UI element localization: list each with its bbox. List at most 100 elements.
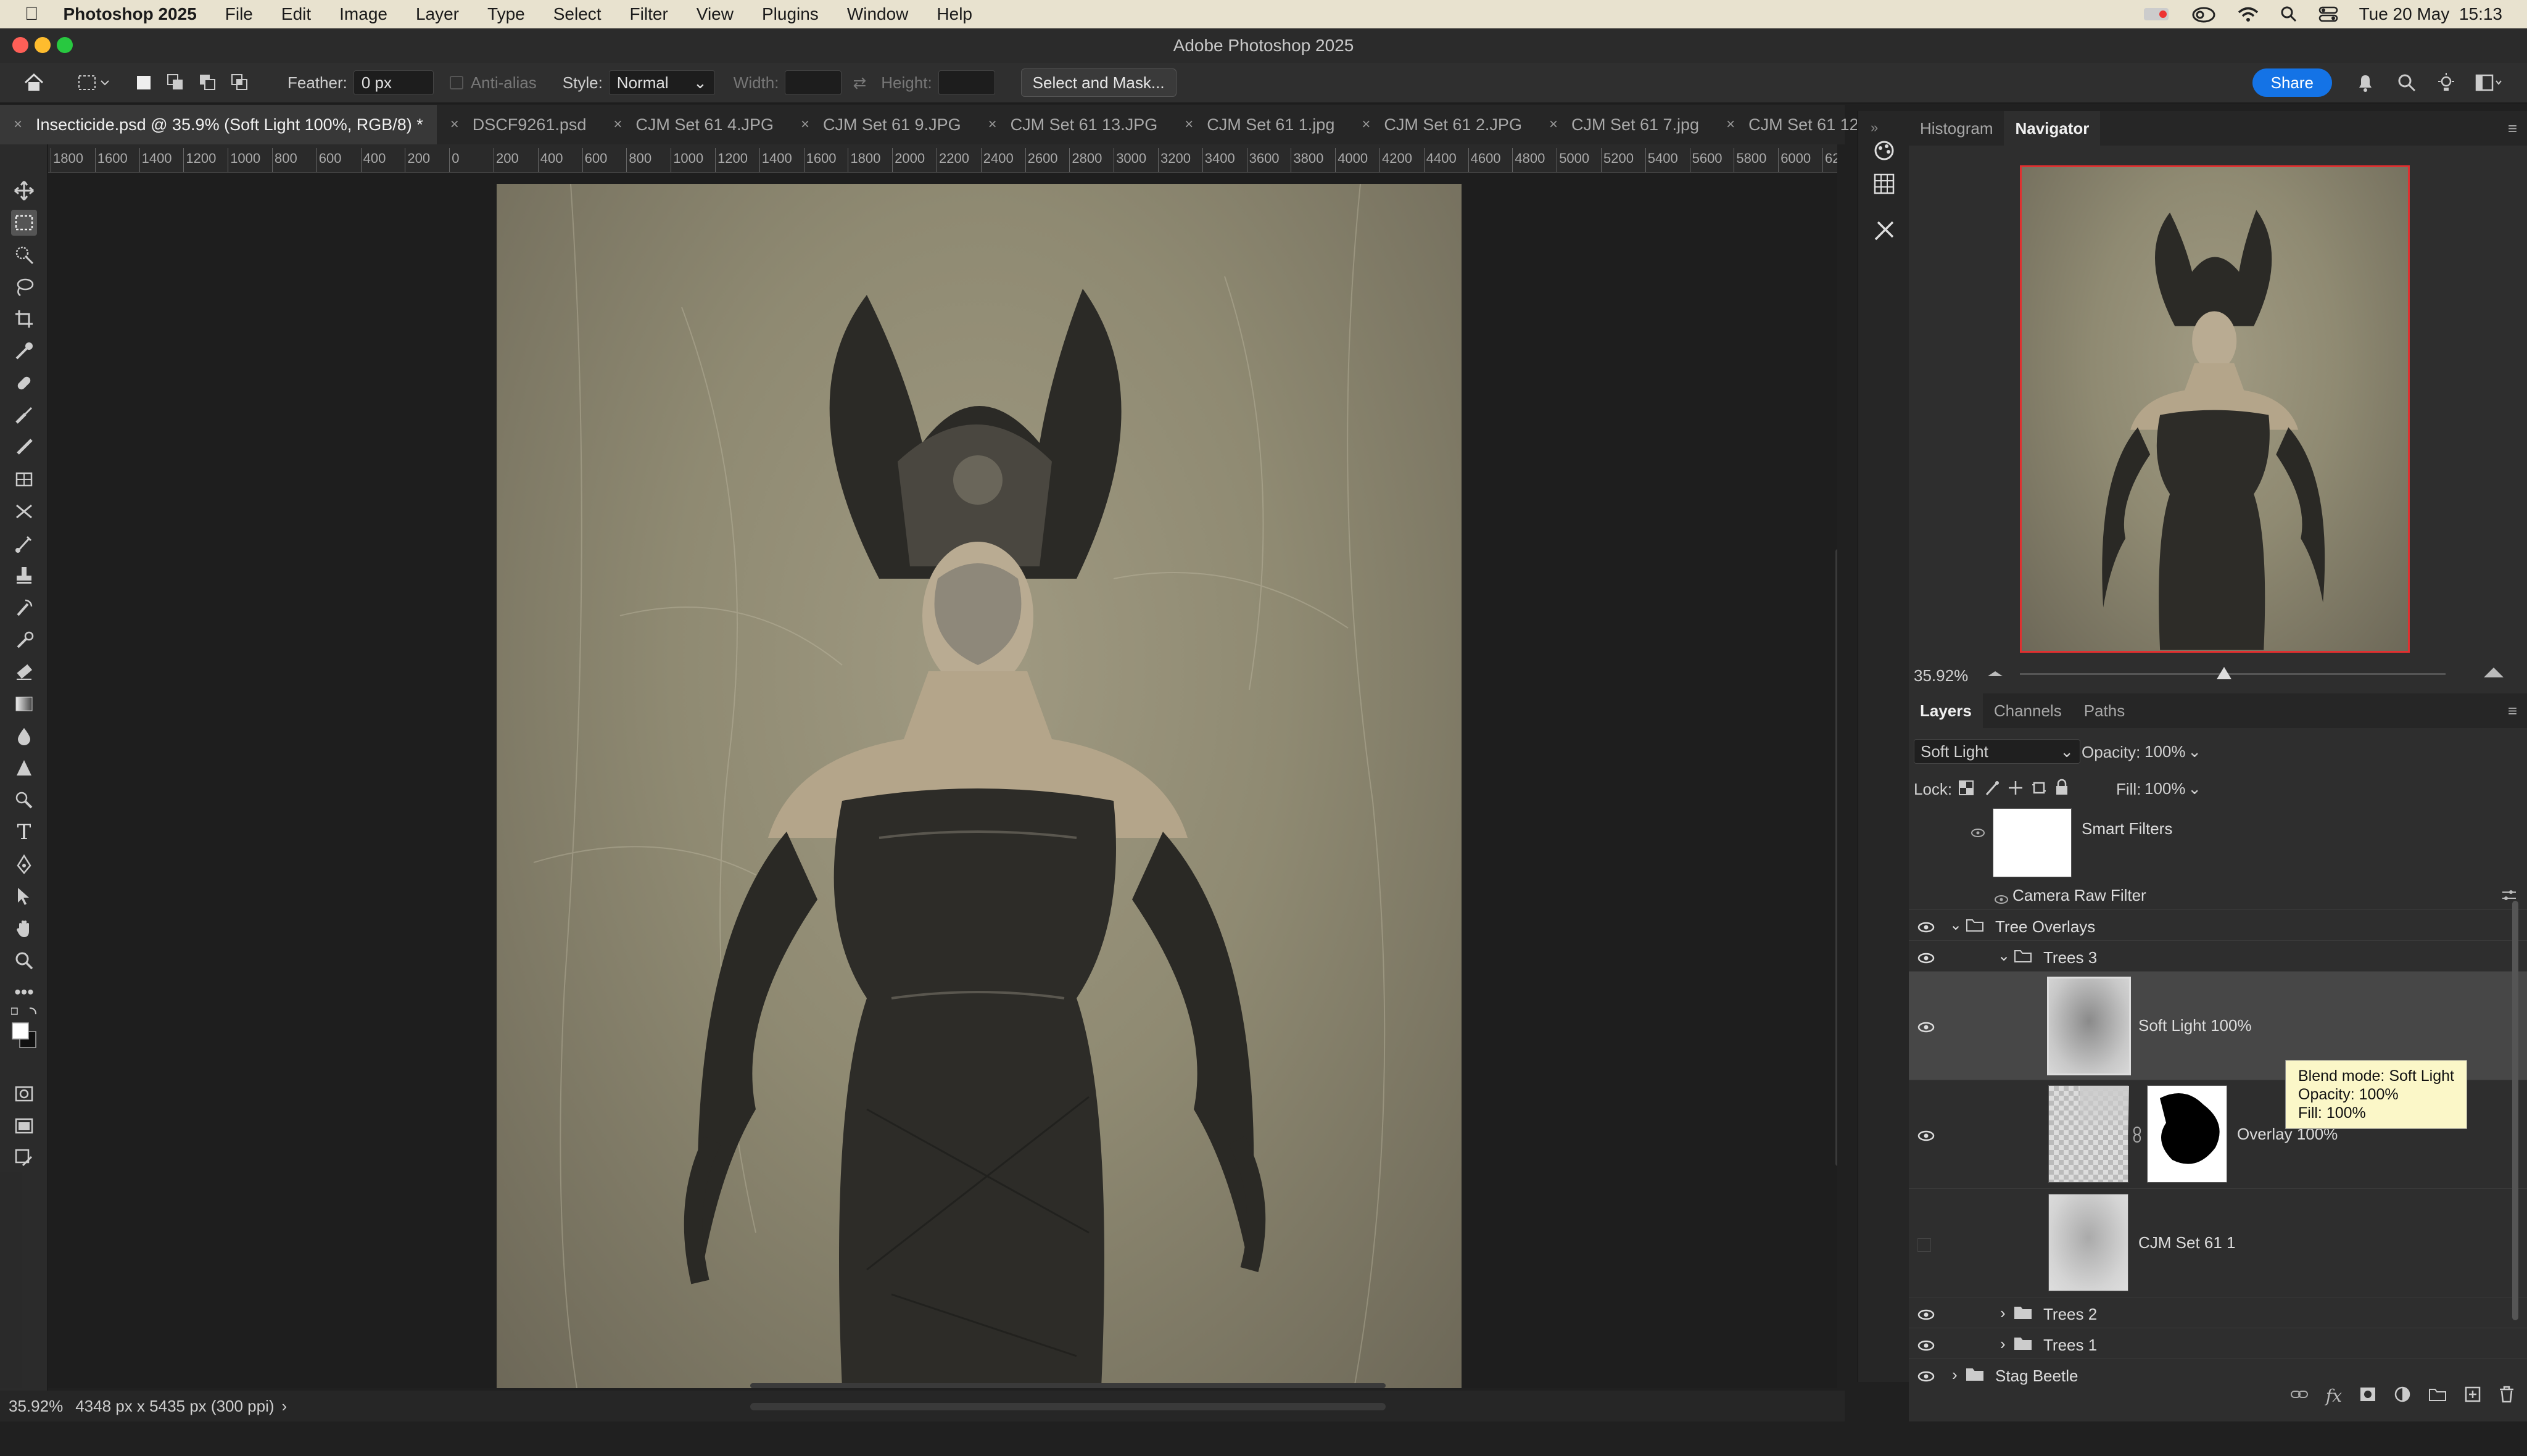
blur-tool-icon[interactable] <box>11 723 37 749</box>
search-icon[interactable] <box>2397 73 2416 92</box>
eye-icon[interactable] <box>1917 1127 1935 1141</box>
more-tools-icon[interactable]: ••• <box>11 980 37 1006</box>
swatches-grid-icon[interactable] <box>1873 173 1895 198</box>
brush-tool-icon[interactable] <box>11 531 37 556</box>
screen-record-icon[interactable] <box>2143 6 2170 22</box>
tab-channels[interactable]: Channels <box>1983 693 2073 728</box>
tab-histogram[interactable]: Histogram <box>1909 111 2004 146</box>
discover-lightbulb-icon[interactable] <box>2437 73 2455 93</box>
share-button[interactable]: Share <box>2252 68 2332 97</box>
dodge-tool-icon[interactable] <box>11 787 37 813</box>
eye-icon[interactable] <box>1917 1368 1935 1382</box>
canvas-area[interactable] <box>48 173 1837 1388</box>
eye-icon[interactable] <box>1994 890 2009 909</box>
zoom-slider-thumb[interactable] <box>2217 667 2232 679</box>
pen-tool-icon[interactable] <box>11 851 37 877</box>
adjustment-layer-icon[interactable] <box>2394 1386 2411 1406</box>
link-layers-icon[interactable] <box>2290 1388 2309 1404</box>
feather-input[interactable]: 0 px <box>353 70 434 95</box>
spot-healing-brush-icon[interactable] <box>11 370 37 396</box>
menu-image[interactable]: Image <box>339 4 387 24</box>
layer-row-camera-raw[interactable]: Camera Raw Filter <box>1909 881 2527 908</box>
gradient-tool-icon[interactable] <box>11 691 37 717</box>
close-tab-icon[interactable]: × <box>801 116 809 133</box>
tab-layers[interactable]: Layers <box>1909 693 1983 728</box>
navigator-zoom-slider[interactable] <box>2020 667 2446 679</box>
home-icon[interactable] <box>23 73 44 93</box>
chain-link-icon[interactable] <box>2132 1126 2142 1148</box>
eraser-tool-icon[interactable] <box>11 659 37 685</box>
eyedropper-tool-icon[interactable] <box>11 338 37 364</box>
panel-menu-icon[interactable]: ≡ <box>2508 119 2517 138</box>
status-zoom[interactable]: 35.92% <box>9 1397 63 1416</box>
layer-row-smart-filters[interactable]: Smart Filters <box>1909 808 2527 887</box>
minimize-window-button[interactable] <box>35 37 51 53</box>
layers-scrollbar[interactable] <box>2512 901 2518 1320</box>
edit-toolbar-icon[interactable] <box>11 1145 37 1171</box>
layer-row-trees2[interactable]: › Trees 2 <box>1909 1297 2527 1328</box>
tab-cjm-2[interactable]: × CJM Set 61 2.JPG <box>1348 105 1536 144</box>
clone-stamp-tool-icon[interactable] <box>11 563 37 589</box>
color-wheel-icon[interactable] <box>1873 139 1895 165</box>
path-selection-icon[interactable] <box>11 883 37 909</box>
lock-artboard-icon[interactable] <box>2031 780 2047 799</box>
brush-healing-icon[interactable] <box>11 402 37 428</box>
menu-type[interactable]: Type <box>487 4 525 24</box>
tab-cjm-4[interactable]: × CJM Set 61 4.JPG <box>600 105 787 144</box>
subtract-selection-icon[interactable] <box>199 73 217 92</box>
hand-tool-icon[interactable] <box>11 916 37 941</box>
history-brush-icon[interactable] <box>11 595 37 621</box>
horizontal-scrollbar[interactable] <box>750 1383 1386 1388</box>
add-selection-icon[interactable] <box>167 73 185 92</box>
new-selection-icon[interactable] <box>134 73 153 92</box>
horizontal-scroll-thumb[interactable] <box>750 1403 1386 1410</box>
screen-mode-icon[interactable] <box>11 1113 37 1139</box>
menu-view[interactable]: View <box>697 4 734 24</box>
content-aware-move-icon[interactable] <box>11 498 37 524</box>
move-tool-icon[interactable] <box>11 178 37 204</box>
marquee-preset-icon[interactable] <box>78 73 110 92</box>
tab-paths[interactable]: Paths <box>2073 693 2136 728</box>
chevron-down-icon[interactable]: ⌄ <box>1950 916 1962 934</box>
fill-input[interactable]: 100% ⌄ <box>2141 776 2205 801</box>
tab-dscf9261[interactable]: × DSCF9261.psd <box>437 105 600 144</box>
control-center-icon[interactable] <box>2318 6 2338 23</box>
chevron-right-icon[interactable]: › <box>2000 1334 2006 1354</box>
height-input[interactable] <box>938 70 995 95</box>
close-tab-icon[interactable]: × <box>988 116 997 133</box>
sharpen-tool-icon[interactable] <box>11 755 37 781</box>
select-and-mask-button[interactable]: Select and Mask... <box>1020 68 1177 97</box>
layer-row-trees3[interactable]: ⌄ Trees 3 <box>1909 940 2527 971</box>
notifications-bell-icon[interactable] <box>2357 73 2374 93</box>
navigator-zoom-value[interactable]: 35.92% <box>1914 666 1968 685</box>
eye-icon[interactable] <box>1971 823 1985 842</box>
object-selection-tool-icon[interactable] <box>11 242 37 268</box>
chevron-right-icon[interactable]: › <box>2000 1304 2006 1323</box>
document-image[interactable] <box>497 184 1462 1388</box>
app-menu[interactable]: Photoshop 2025 <box>64 4 197 24</box>
close-window-button[interactable] <box>12 37 28 53</box>
add-mask-icon[interactable] <box>2359 1386 2376 1405</box>
menu-select[interactable]: Select <box>553 4 602 24</box>
menu-filter[interactable]: Filter <box>630 4 668 24</box>
close-tab-icon[interactable]: × <box>1549 116 1558 133</box>
foreground-background-icon[interactable] <box>11 1007 37 1048</box>
color-replacement-icon[interactable] <box>11 627 37 653</box>
tab-cjm-13[interactable]: × CJM Set 61 13.JPG <box>975 105 1172 144</box>
eye-icon[interactable] <box>1917 1337 1935 1351</box>
new-layer-icon[interactable] <box>2464 1386 2481 1406</box>
zoom-in-icon[interactable] <box>2483 665 2505 683</box>
close-tab-icon[interactable]: × <box>1362 116 1370 133</box>
chevron-down-icon[interactable]: ⌄ <box>1998 947 2010 965</box>
lock-transparent-icon[interactable] <box>1958 780 1974 799</box>
creative-cloud-icon[interactable] <box>2191 5 2216 23</box>
adjustments-tools-icon[interactable] <box>1873 220 1895 245</box>
vertical-scrollbar[interactable] <box>1835 549 1837 1166</box>
menu-help[interactable]: Help <box>937 4 972 24</box>
zoom-tool-icon[interactable] <box>11 948 37 974</box>
lock-pixels-brush-icon[interactable] <box>1984 780 2000 799</box>
menu-edit[interactable]: Edit <box>281 4 311 24</box>
eye-icon[interactable] <box>1917 1306 1935 1320</box>
close-tab-icon[interactable]: × <box>14 116 22 133</box>
swap-dimensions-icon[interactable]: ⇄ <box>853 73 866 93</box>
